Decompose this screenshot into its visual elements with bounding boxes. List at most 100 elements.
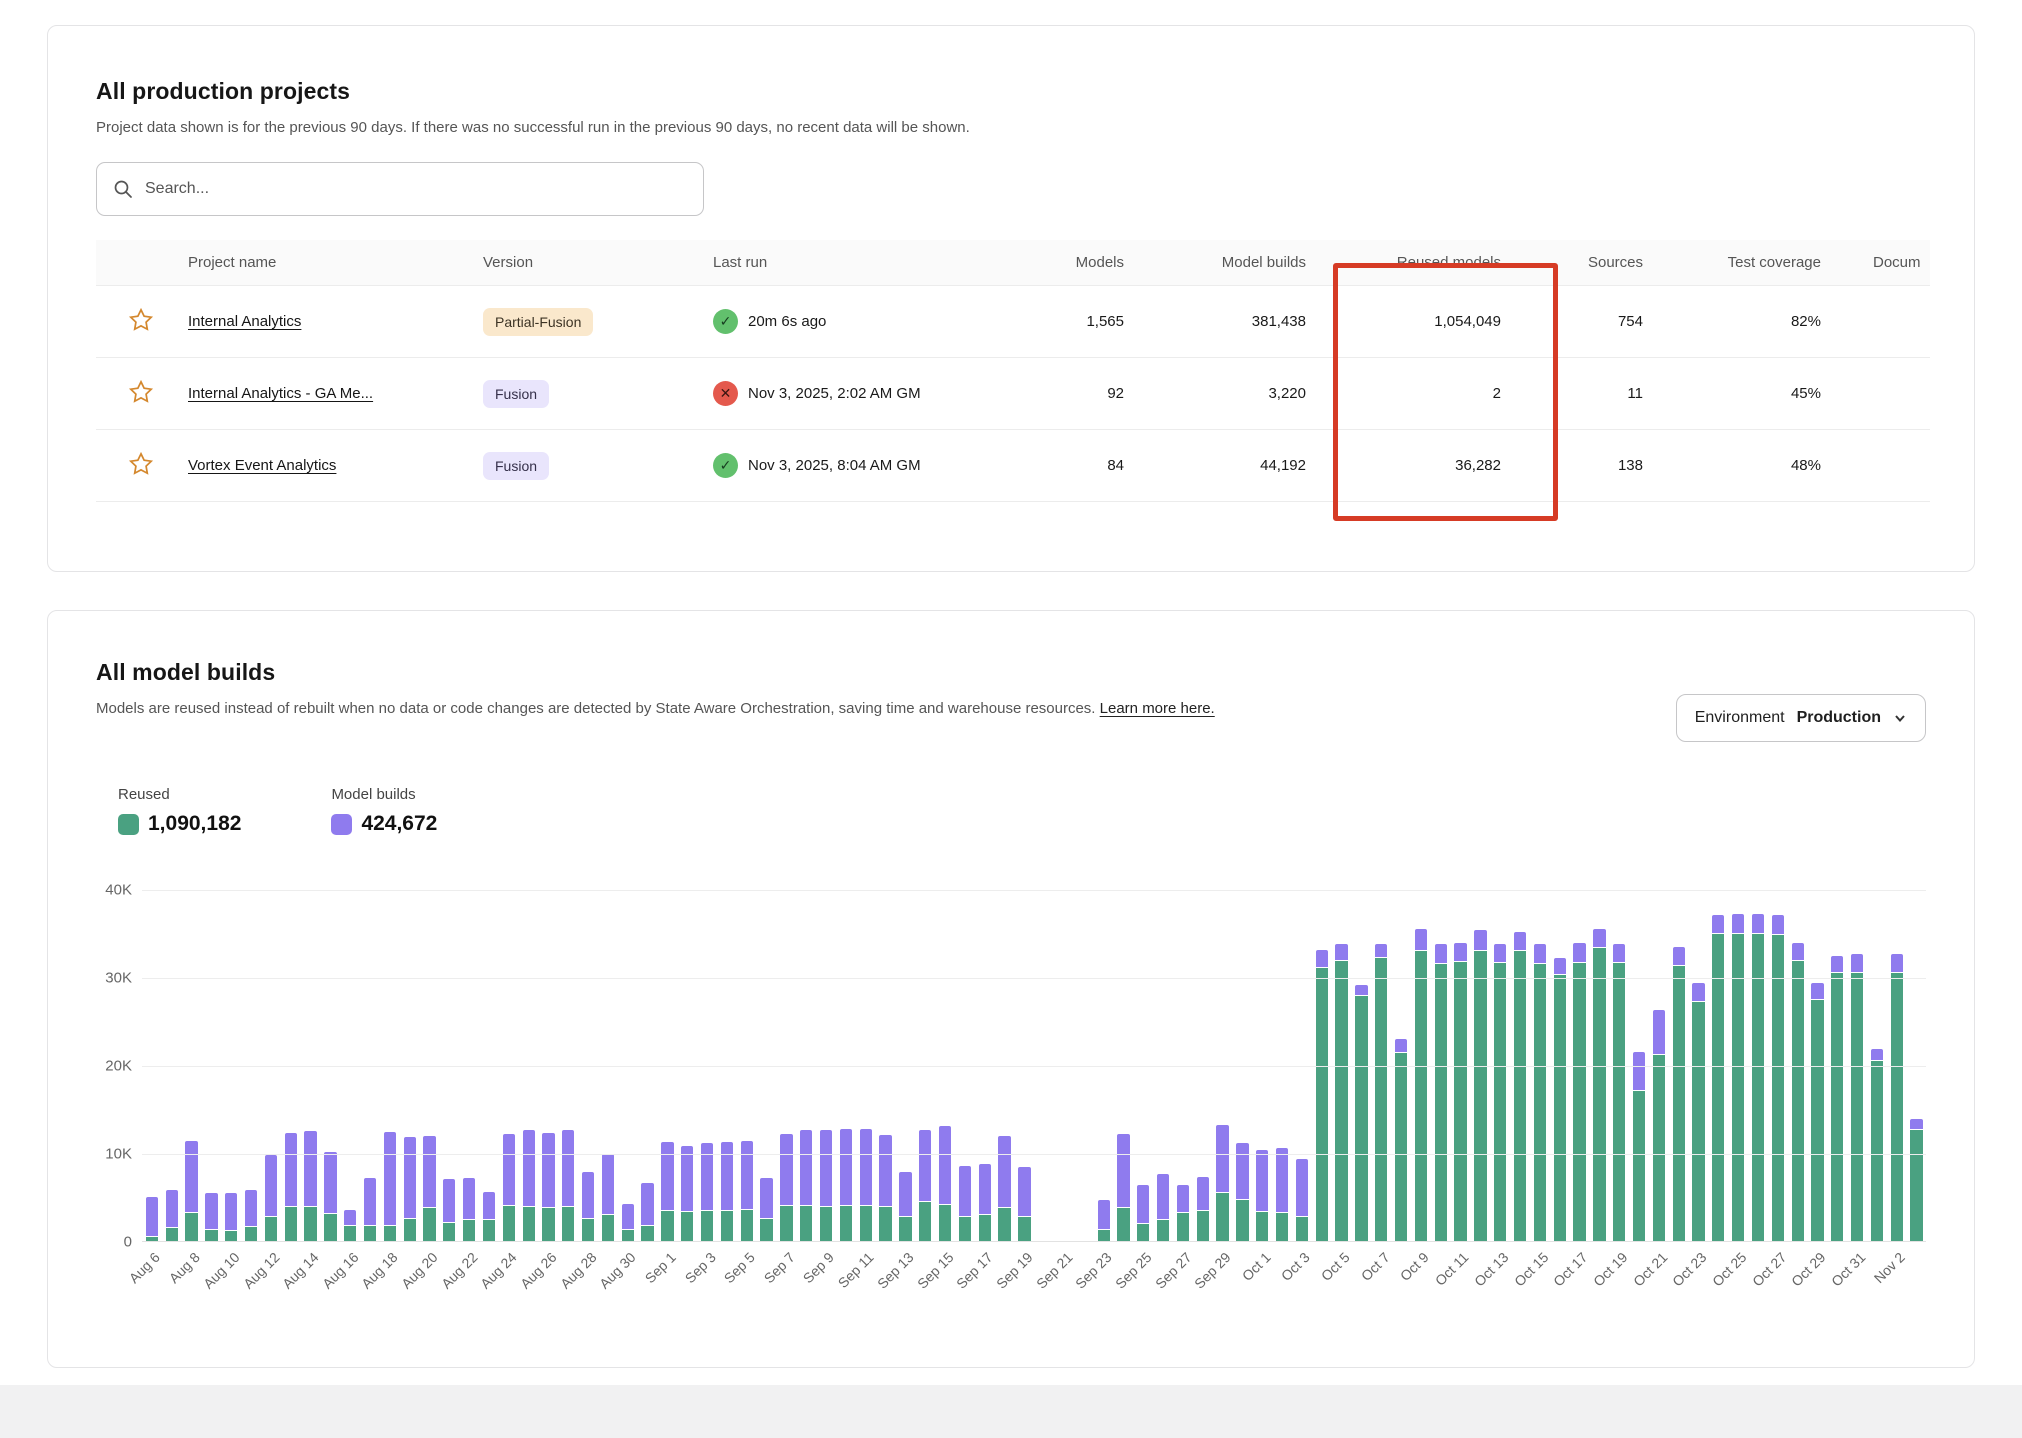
version-badge: Fusion [483, 380, 549, 408]
x-axis-tick-label: Sep 3 [681, 1249, 718, 1286]
success-status-icon: ✓ [713, 453, 738, 478]
test-coverage-value: 82% [1645, 313, 1823, 330]
error-status-icon: ✕ [713, 381, 738, 406]
x-axis-tick-label: Sep 11 [835, 1249, 877, 1291]
x-axis-tick-label: Oct 3 [1278, 1249, 1313, 1284]
star-icon[interactable] [128, 379, 154, 405]
x-axis-tick-label: Sep 5 [721, 1249, 758, 1286]
search-box[interactable] [96, 162, 704, 216]
sources-value: 11 [1503, 385, 1645, 402]
model-builds-value: 3,220 [1126, 385, 1308, 402]
column-header-model-builds: Model builds [1126, 254, 1308, 271]
last-run-text: Nov 3, 2025, 8:04 AM GM [748, 457, 921, 474]
x-axis-tick-label: Aug 26 [517, 1249, 560, 1292]
column-header-documentation: Docum [1823, 254, 1930, 271]
chart-legend: Reused 1,090,182 Model builds 424,672 [118, 786, 1926, 836]
x-axis-tick-label: Nov 2 [1871, 1249, 1908, 1286]
x-axis-tick-label: Oct 27 [1749, 1249, 1789, 1289]
projects-card-title: All production projects [96, 78, 1926, 105]
star-icon[interactable] [128, 307, 154, 333]
environment-dropdown[interactable]: Environment Production [1676, 694, 1926, 742]
x-axis-tick-label: Aug 20 [398, 1249, 441, 1292]
learn-more-link[interactable]: Learn more here. [1100, 700, 1215, 717]
x-axis-tick-label: Oct 31 [1828, 1249, 1868, 1289]
table-header-row: Project name Version Last run Models Mod… [96, 240, 1930, 286]
x-axis-tick-label: Sep 29 [1191, 1249, 1234, 1292]
y-axis-tick-label: 20K [105, 1058, 132, 1075]
column-header-project-name: Project name [186, 254, 481, 271]
x-axis-tick-label: Aug 8 [166, 1249, 203, 1286]
legend-label: Model builds [331, 786, 437, 803]
x-axis-tick-label: Sep 15 [914, 1249, 957, 1292]
page-footer-strip [0, 1385, 2022, 1438]
last-run-text: Nov 3, 2025, 2:02 AM GM [748, 385, 921, 402]
reused-swatch-icon [118, 814, 139, 835]
reused-models-value: 1,054,049 [1308, 313, 1503, 330]
x-axis-tick-label: Aug 14 [279, 1249, 322, 1292]
last-run-text: 20m 6s ago [748, 313, 826, 330]
environment-dropdown-label: Environment [1695, 709, 1785, 727]
projects-table: Project name Version Last run Models Mod… [96, 240, 1930, 502]
x-axis-tick-label: Oct 17 [1550, 1249, 1590, 1289]
x-axis-tick-label: Oct 11 [1432, 1249, 1472, 1289]
x-axis-tick-label: Sep 23 [1072, 1249, 1115, 1292]
legend-value: 424,672 [361, 812, 437, 836]
gridline [142, 978, 1926, 979]
gridline [142, 1066, 1926, 1067]
projects-card-subtitle: Project data shown is for the previous 9… [96, 119, 1926, 136]
x-axis-tick-label: Aug 12 [240, 1249, 283, 1292]
models-value: 1,565 [1009, 313, 1126, 330]
sources-value: 138 [1503, 457, 1645, 474]
x-axis-tick-label: Sep 1 [642, 1249, 679, 1286]
project-name-link[interactable]: Internal Analytics - GA Me... [188, 385, 373, 402]
x-axis-tick-label: Aug 28 [557, 1249, 600, 1292]
x-axis-tick-label: Oct 7 [1358, 1249, 1393, 1284]
star-icon[interactable] [128, 451, 154, 477]
y-axis-tick-label: 10K [105, 1146, 132, 1163]
x-axis-tick-label: Aug 24 [477, 1249, 520, 1292]
legend-value: 1,090,182 [148, 812, 241, 836]
gridline [142, 1154, 1926, 1155]
x-axis-tick-label: Sep 13 [874, 1249, 917, 1292]
x-axis-tick-label: Oct 21 [1630, 1249, 1670, 1289]
version-badge: Fusion [483, 452, 549, 480]
y-axis-tick-label: 0 [124, 1234, 132, 1251]
x-axis-tick-label: Sep 25 [1112, 1249, 1155, 1292]
x-axis-tick-label: Oct 23 [1669, 1249, 1709, 1289]
builds-card-subtitle: Models are reused instead of rebuilt whe… [96, 700, 1215, 717]
project-name-link[interactable]: Vortex Event Analytics [188, 457, 336, 474]
column-header-test-coverage: Test coverage [1645, 254, 1823, 271]
reused-models-value: 2 [1308, 385, 1503, 402]
plot-area: Aug 6Aug 8Aug 10Aug 12Aug 14Aug 16Aug 18… [142, 890, 1926, 1242]
model-builds-value: 44,192 [1126, 457, 1308, 474]
legend-item-reused: Reused 1,090,182 [118, 786, 241, 836]
column-header-models: Models [1009, 254, 1126, 271]
x-axis-tick-label: Sep 21 [1033, 1249, 1076, 1292]
chevron-down-icon [1893, 711, 1907, 725]
success-status-icon: ✓ [713, 309, 738, 334]
model-builds-card: All model builds Models are reused inste… [47, 610, 1975, 1368]
column-header-version: Version [481, 254, 711, 271]
y-axis-tick-label: 30K [105, 970, 132, 987]
x-axis-tick-label: Aug 6 [126, 1249, 163, 1286]
x-axis-tick-label: Oct 1 [1239, 1249, 1274, 1284]
x-axis-tick-label: Oct 13 [1471, 1249, 1511, 1289]
x-axis-tick-label: Oct 15 [1511, 1249, 1551, 1289]
x-axis-tick-label: Sep 19 [993, 1249, 1036, 1292]
x-axis-tick-label: Sep 17 [953, 1249, 996, 1292]
reused-models-value: 36,282 [1308, 457, 1503, 474]
projects-card: All production projects Project data sho… [47, 25, 1975, 572]
table-row: Vortex Event Analytics Fusion ✓ Nov 3, 20… [96, 430, 1930, 502]
x-axis-tick-label: Aug 18 [358, 1249, 401, 1292]
x-axis-tick-label: Sep 9 [800, 1249, 837, 1286]
models-value: 92 [1009, 385, 1126, 402]
x-axis-tick-label: Aug 10 [200, 1249, 243, 1292]
x-axis-tick-label: Aug 30 [596, 1249, 639, 1292]
x-axis-tick-label: Aug 22 [438, 1249, 481, 1292]
search-input[interactable] [145, 180, 687, 198]
model-builds-swatch-icon [331, 814, 352, 835]
x-axis-tick-label: Sep 27 [1152, 1249, 1195, 1292]
x-axis-tick-label: Sep 7 [761, 1249, 798, 1286]
project-name-link[interactable]: Internal Analytics [188, 313, 301, 330]
table-row: Internal Analytics Partial-Fusion ✓20m 6… [96, 286, 1930, 358]
